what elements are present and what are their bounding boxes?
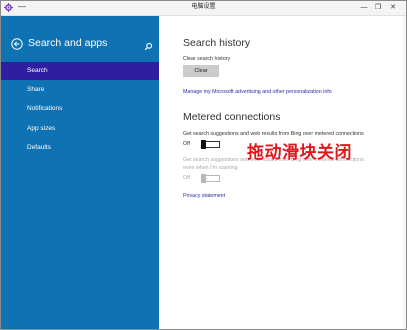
sidebar: Search and apps Search Share Notificatio… (1, 16, 159, 329)
roaming-option-label-line2: even when I'm roaming (183, 165, 238, 171)
search-history-title: Search history (183, 37, 251, 49)
metered-option-label: Get search suggestions and web results f… (183, 131, 364, 137)
back-arrow-icon[interactable] (11, 37, 23, 50)
roaming-toggle-state: Off (183, 175, 190, 181)
roaming-toggle-thumb[interactable] (201, 174, 206, 183)
metered-toggle-state: Off (183, 141, 190, 147)
roaming-toggle-row: Off (183, 174, 243, 183)
privacy-statement-link[interactable]: Privacy statement (183, 193, 225, 200)
scrollbar[interactable] (403, 16, 406, 329)
maximize-button[interactable]: ❐ (372, 2, 384, 13)
manage-personalization-link[interactable]: Manage my Microsoft advertising and othe… (183, 89, 332, 96)
main-content: Search history Clear search history Clea… (159, 16, 406, 329)
window-title: 电脑设置 (191, 4, 216, 10)
sidebar-item-search[interactable]: Search (1, 62, 159, 80)
sidebar-item-app-sizes[interactable]: App sizes (1, 120, 159, 138)
sidebar-item-defaults[interactable]: Defaults (1, 139, 159, 157)
clear-history-label: Clear search history (183, 56, 231, 62)
metered-toggle-row: Off (183, 140, 243, 149)
clear-button[interactable]: Clear (183, 65, 219, 77)
search-icon-glyph (144, 42, 153, 51)
sidebar-item-notifications[interactable]: Notifications (1, 100, 159, 118)
page-title: Search and apps (28, 37, 108, 49)
settings-window: — 电脑设置 — ❐ ✕ Search and apps Search Shar… (0, 0, 407, 330)
search-icon[interactable] (144, 38, 153, 51)
sidebar-item-share[interactable]: Share (1, 81, 159, 99)
close-button[interactable]: ✕ (387, 2, 399, 13)
metered-toggle-thumb[interactable] (201, 140, 206, 149)
minimize-button[interactable]: — (358, 2, 370, 13)
title-bar: — 电脑设置 — ❐ ✕ (1, 1, 406, 16)
annotation-overlay: 拖动滑块关闭 (247, 143, 352, 163)
back-arrow-icon-glyph (11, 38, 23, 50)
metered-connections-title: Metered connections (183, 111, 281, 123)
sidebar-header: Search and apps (9, 36, 157, 52)
